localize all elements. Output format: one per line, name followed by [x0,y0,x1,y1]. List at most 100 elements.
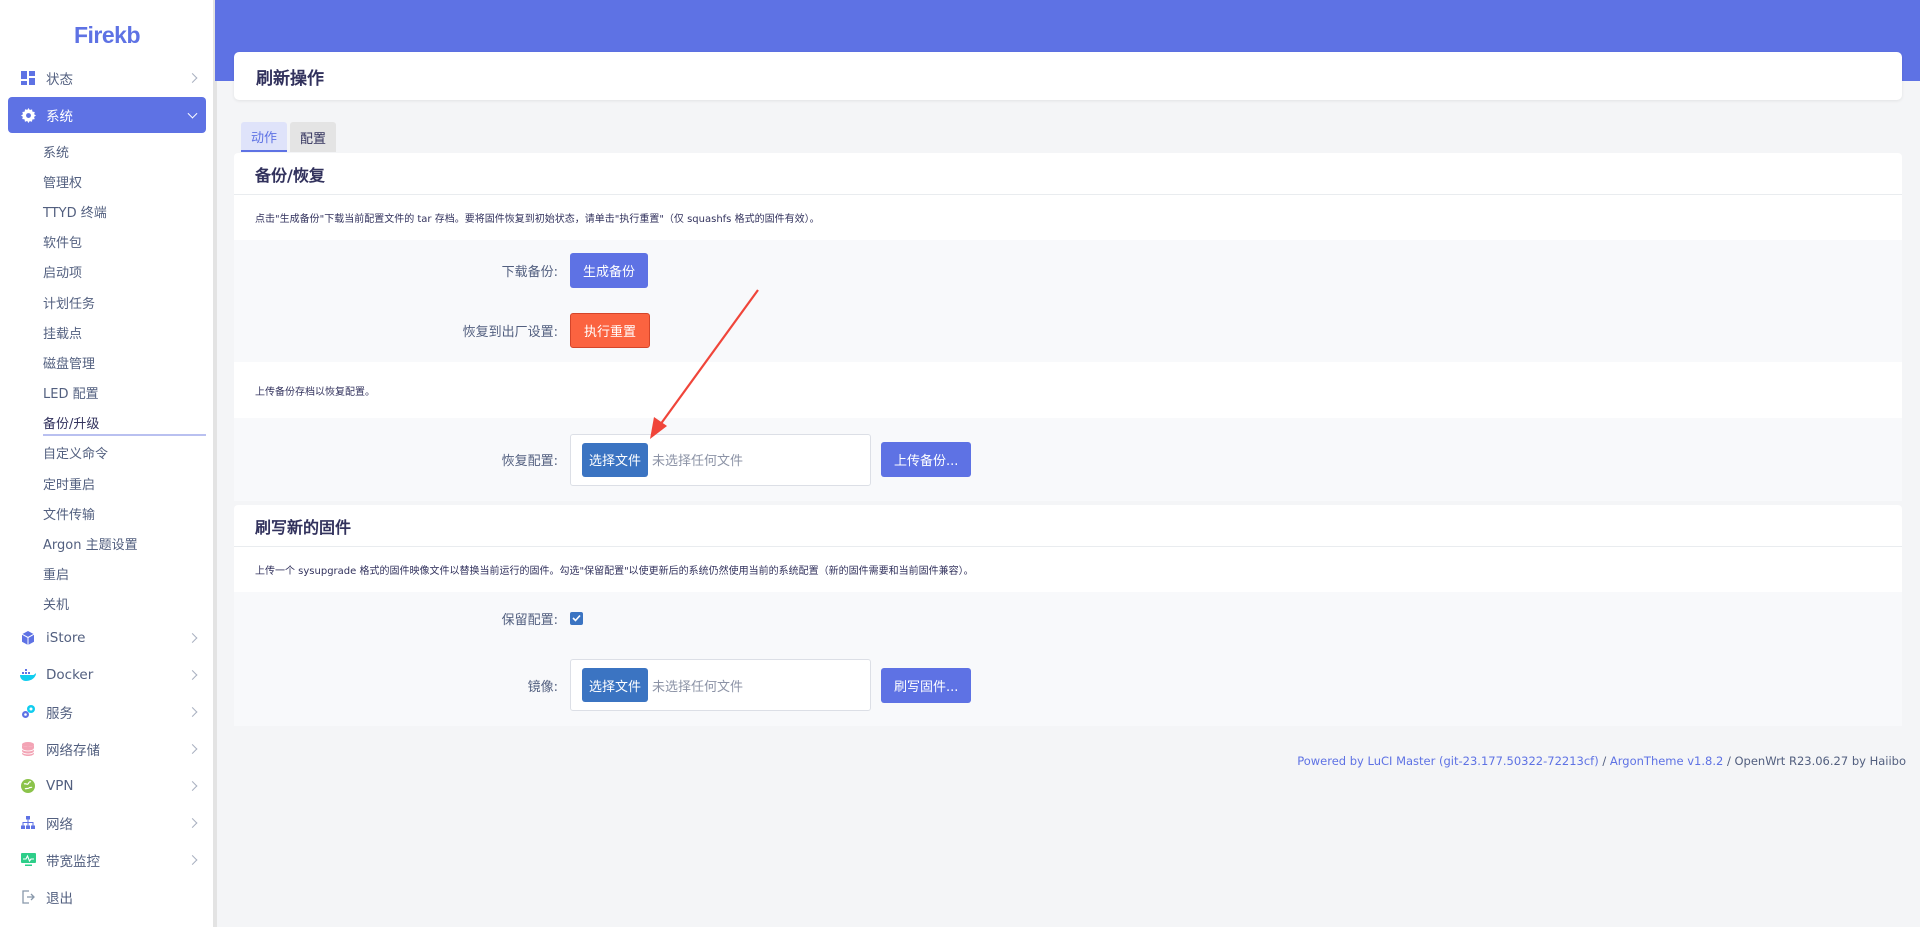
section-title: 刷写新的固件 [234,505,1902,547]
chevron-right-icon [187,780,198,791]
chevron-right-icon [187,669,198,680]
sidebar-item-system[interactable]: 系统 [8,97,206,133]
sidebar-item-label: 带宽监控 [46,853,100,870]
sidebar: Firekb 状态 系统 系统 管理权 TTYD 终端 软件包 启动项 计划任务… [0,0,215,927]
perform-reset-button[interactable]: 执行重置 [570,312,651,348]
keep-config-row: 保留配置: [234,592,1902,644]
sidebar-item-istore[interactable]: iStore [8,619,206,656]
footer-separator: / [1598,754,1610,768]
tab-configuration[interactable]: 配置 [290,122,337,152]
vpn-icon [20,778,36,794]
flash-firmware-panel: 刷写新的固件 上传一个 sysupgrade 格式的固件映像文件以替换当前运行的… [234,505,1902,726]
restore-config-row: 恢复配置: 选择文件 未选择任何文件 上传备份... [234,433,972,486]
chevron-down-icon [187,108,198,119]
image-file-input[interactable]: 选择文件 未选择任何文件 [570,659,871,711]
submenu-item-crontab[interactable]: 计划任务 [43,287,214,317]
submenu-item-commands[interactable]: 自定义命令 [43,438,214,468]
restore-rows: 恢复配置: 选择文件 未选择任何文件 上传备份... [234,418,1902,501]
choose-file-button[interactable]: 选择文件 [582,668,649,702]
sidebar-item-label: 网络存储 [46,742,100,759]
sidebar-item-logout[interactable]: 退出 [8,878,206,915]
sidebar-item-docker[interactable]: Docker [8,656,206,693]
docker-icon [20,667,36,683]
database-icon [20,741,36,757]
submenu-item-system[interactable]: 系统 [43,136,214,166]
submenu-item-autoreboot[interactable]: 定时重启 [43,468,214,498]
section-title: 备份/恢复 [234,153,1902,195]
sidebar-item-network[interactable]: 网络 [8,804,206,841]
chevron-right-icon [187,73,198,83]
submenu-item-reboot[interactable]: 重启 [43,559,214,589]
keep-config-checkbox[interactable] [570,611,583,625]
sidebar-item-label: 网络 [46,816,73,833]
sidebar-item-bandwidth[interactable]: 带宽监控 [8,841,206,878]
submenu-item-mounts[interactable]: 挂载点 [43,317,214,347]
monitor-icon [20,852,36,868]
section-description: 点击"生成备份"下载当前配置文件的 tar 存档。要将固件恢复到初始状态，请单击… [255,214,820,225]
submenu-item-shutdown[interactable]: 关机 [43,589,214,619]
chevron-right-icon [187,817,198,828]
checkmark-icon [572,614,581,622]
sidebar-item-vpn[interactable]: VPN [8,767,206,804]
luci-link[interactable]: Powered by LuCI Master (git-23.177.50322… [1297,754,1599,768]
sidebar-scrollbar[interactable] [213,0,217,927]
logout-icon [20,889,36,905]
sidebar-menu-lower: iStore Docker 服务 网络存储 VPN 网络 带宽监控 退出 [0,619,214,915]
submenu-item-argon[interactable]: Argon 主题设置 [43,528,214,558]
field-label: 镜像: [527,679,558,695]
sidebar-item-label: 退出 [46,890,73,907]
sidebar-menu: 状态 系统 [0,60,214,133]
upload-description: 上传备份存档以恢复配置。 [255,386,375,398]
submenu-item-ttyd[interactable]: TTYD 终端 [43,196,214,226]
tab-actions[interactable]: 动作 [241,122,288,152]
restore-file-input[interactable]: 选择文件 未选择任何文件 [570,433,871,486]
image-row: 镜像: 选择文件 未选择任何文件 刷写固件... [234,644,1902,726]
page-title: 刷新操作 [256,68,324,89]
footer: Powered by LuCI Master (git-23.177.50322… [1297,754,1906,768]
submenu-item-filetransfer[interactable]: 文件传输 [43,498,214,528]
backup-restore-panel: 备份/恢复 点击"生成备份"下载当前配置文件的 tar 存档。要将固件恢复到初始… [234,153,1902,501]
sidebar-item-label: Docker [46,666,94,683]
dashboard-icon [20,70,36,86]
sidebar-item-label: 服务 [46,705,73,722]
box-icon [20,630,36,646]
sidebar-item-services[interactable]: 服务 [8,693,206,730]
no-file-text: 未选择任何文件 [652,454,744,469]
choose-file-button[interactable]: 选择文件 [582,442,649,477]
upload-backup-button[interactable]: 上传备份... [881,442,972,477]
factory-reset-row: 恢复到出厂设置: 执行重置 [234,300,1902,360]
submenu-item-packages[interactable]: 软件包 [43,227,214,257]
backup-rows: 下载备份: 生成备份 恢复到出厂设置: 执行重置 [234,240,1902,362]
field-label: 保留配置: [501,612,558,628]
system-submenu: 系统 管理权 TTYD 终端 软件包 启动项 计划任务 挂载点 磁盘管理 LED… [0,134,214,619]
brand-name: Firekb [73,21,141,48]
chevron-right-icon [187,854,198,865]
logo[interactable]: Firekb [0,0,214,60]
sidebar-item-nas[interactable]: 网络存储 [8,730,206,767]
page-title-card: 刷新操作 [234,52,1902,100]
chevron-right-icon [187,743,198,754]
section-description: 上传一个 sysupgrade 格式的固件映像文件以替换当前运行的固件。勾选"保… [255,566,974,577]
field-label: 下载备份: [501,264,558,280]
no-file-text: 未选择任何文件 [652,679,744,695]
submenu-item-backup[interactable]: 备份/升级 [43,408,214,438]
footer-version: / OpenWrt R23.06.27 by Haiibo [1723,754,1906,768]
chevron-right-icon [187,632,198,643]
field-label: 恢复配置: [501,454,558,469]
submenu-item-startup[interactable]: 启动项 [43,257,214,287]
flash-firmware-button[interactable]: 刷写固件... [881,667,972,703]
submenu-item-led[interactable]: LED 配置 [43,378,214,408]
tab-bar: 动作 配置 [241,122,339,152]
sidebar-item-status[interactable]: 状态 [8,60,206,96]
gear-icon [20,107,36,123]
sidebar-item-label: 状态 [46,72,73,88]
generate-backup-button[interactable]: 生成备份 [570,252,649,288]
submenu-item-admin[interactable]: 管理权 [43,166,214,196]
theme-link[interactable]: ArgonTheme v1.8.2 [1610,754,1723,768]
sidebar-item-label: 系统 [46,109,73,125]
submenu-item-disk[interactable]: 磁盘管理 [43,347,214,377]
flash-rows: 保留配置: 镜像: 选择文件 未选择任何文件 刷写固件... [234,592,1902,726]
sidebar-item-label: VPN [46,777,74,794]
network-icon [20,815,36,831]
field-label: 恢复到出厂设置: [462,324,558,340]
